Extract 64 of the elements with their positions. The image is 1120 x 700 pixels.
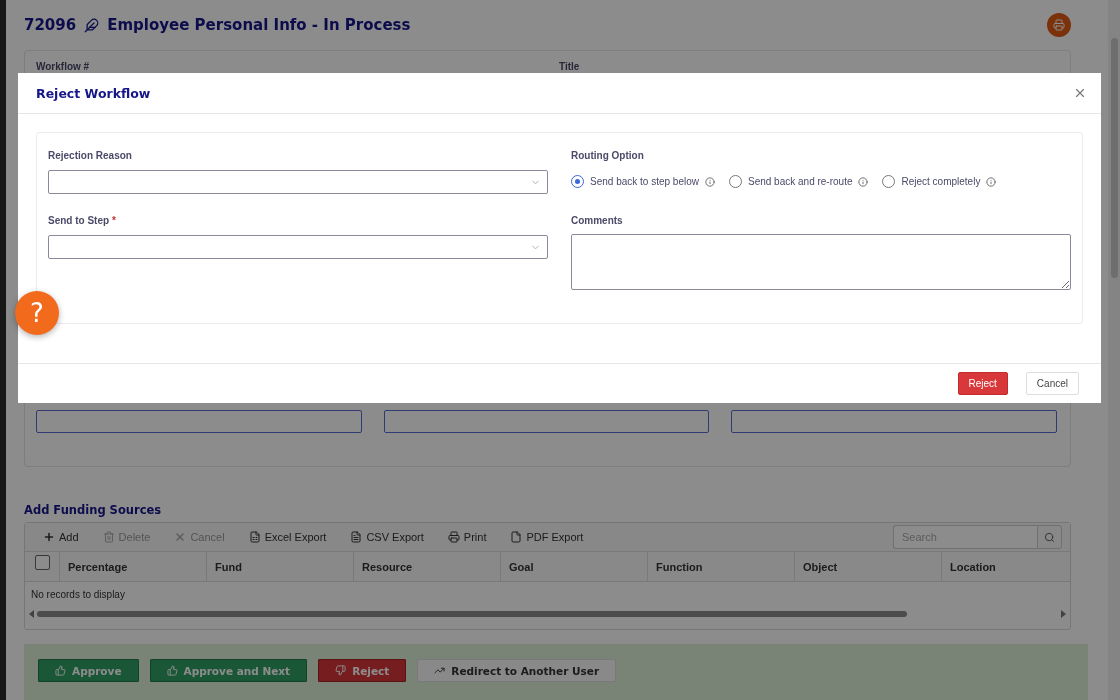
section-title: Add Funding Sources: [24, 503, 162, 517]
search-icon: [1044, 531, 1055, 543]
plus-icon: [43, 531, 55, 543]
column-header[interactable]: Location: [941, 552, 1070, 581]
input-field[interactable]: [36, 410, 362, 433]
toolbar-button[interactable]: Print: [441, 526, 493, 548]
field-label: Send to Step *: [48, 215, 117, 227]
document-icon: [350, 531, 363, 543]
rejection-reason-dropdown[interactable]: [48, 170, 548, 194]
action-button[interactable]: Approve and Next: [149, 659, 308, 682]
column-header[interactable]: Goal: [500, 552, 647, 581]
page-title: Employee Personal Info - In Process: [107, 16, 411, 34]
select-all-checkbox[interactable]: [34, 555, 50, 570]
workflow-number: 72096: [24, 16, 77, 34]
printer-icon: [447, 531, 460, 543]
toolbar-button[interactable]: PDF Export: [504, 526, 590, 548]
dialog-button[interactable]: Reject: [957, 372, 1008, 395]
input-field[interactable]: [383, 410, 710, 433]
search-button[interactable]: [1037, 525, 1062, 549]
field-label: Rejection Reason: [48, 150, 133, 162]
info-icon[interactable]: [986, 176, 997, 187]
dialog-button[interactable]: Cancel: [1025, 372, 1079, 395]
info-icon[interactable]: [858, 176, 869, 187]
column-header[interactable]: Function: [647, 552, 794, 581]
toolbar-button[interactable]: Excel Export: [242, 526, 333, 548]
spreadsheet-file-icon: [248, 531, 261, 543]
radio-button[interactable]: [571, 175, 584, 188]
thumbs-up-icon: [166, 665, 178, 676]
trash-icon: [102, 531, 115, 543]
field-label: Routing Option: [571, 150, 645, 162]
field-label: Title: [559, 61, 581, 73]
printer-icon: [1053, 19, 1065, 31]
action-button[interactable]: Approve: [38, 659, 139, 682]
radio-button[interactable]: [882, 175, 896, 188]
input-field[interactable]: [731, 410, 1057, 433]
column-header[interactable]: Resource: [353, 552, 500, 581]
file-icon: [510, 531, 523, 543]
column-header[interactable]: Percentage: [59, 552, 206, 581]
feather-icon: [84, 17, 100, 33]
vertical-scrollbar[interactable]: [1108, 0, 1120, 700]
radio-label[interactable]: Reject completely: [901, 176, 981, 187]
empty-message: No records to display: [30, 588, 126, 602]
radio-label[interactable]: Send back to step below: [590, 176, 699, 187]
thumbs-down-icon: [335, 665, 347, 676]
toolbar-button[interactable]: Add: [37, 526, 85, 548]
print-button[interactable]: [1047, 13, 1071, 37]
dialog-title: Reject Workflow: [36, 85, 151, 101]
toolbar-button[interactable]: CSV Export: [344, 526, 430, 548]
send-to-step-dropdown[interactable]: [48, 235, 548, 259]
close-button[interactable]: [1073, 86, 1087, 100]
column-header[interactable]: Object: [794, 552, 941, 581]
trend-arrow-icon: [434, 665, 446, 676]
field-label: Comments: [571, 215, 624, 227]
info-icon[interactable]: [704, 176, 715, 187]
thumbs-up-icon: [55, 665, 66, 676]
action-button[interactable]: Reject: [318, 659, 407, 682]
close-icon: [174, 531, 187, 543]
comments-field[interactable]: [571, 234, 1071, 290]
radio-button[interactable]: [728, 175, 742, 188]
field-label: Workflow #: [36, 61, 91, 73]
column-header[interactable]: Fund: [206, 552, 353, 581]
close-icon: [1073, 86, 1087, 100]
radio-label[interactable]: Send back and re-route: [747, 176, 853, 187]
action-button[interactable]: Redirect to Another User: [417, 659, 617, 682]
